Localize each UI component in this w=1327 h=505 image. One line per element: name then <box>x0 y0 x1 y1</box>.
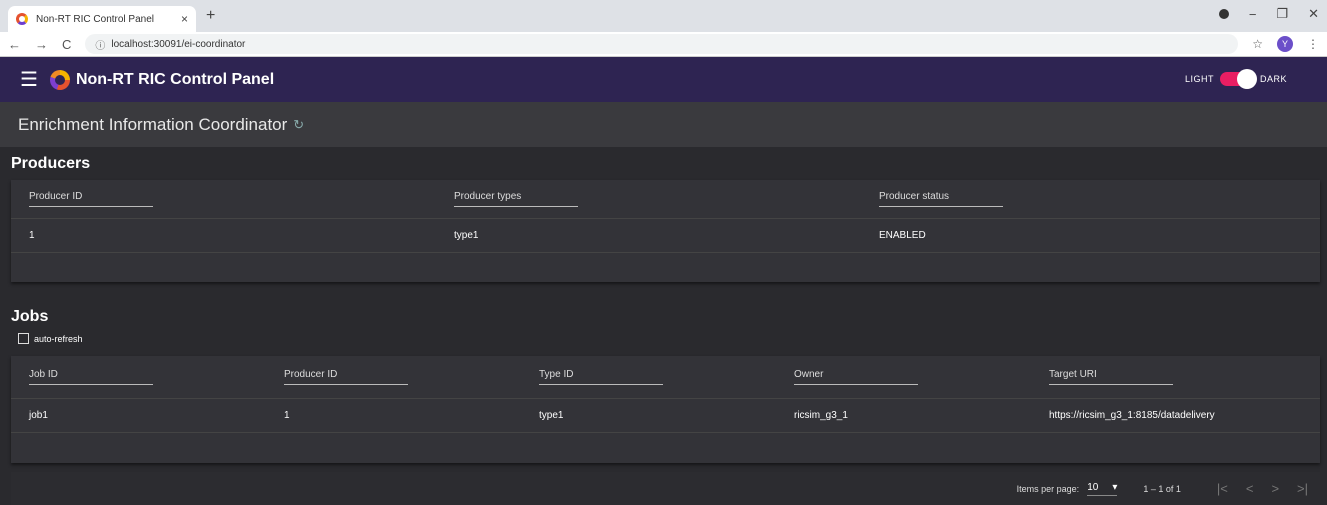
producer-id-cell: 1 <box>29 230 35 241</box>
col-target-uri[interactable]: Target URI <box>1031 369 1320 385</box>
chevron-down-icon: ▾ <box>1112 481 1118 493</box>
tab-title: Non-RT RIC Control Panel <box>36 13 155 25</box>
next-page-button[interactable]: > <box>1271 481 1279 496</box>
producer-types-cell: type1 <box>454 230 479 241</box>
type-id-cell: type1 <box>539 410 564 421</box>
last-page-button[interactable]: >| <box>1297 481 1308 496</box>
hamburger-menu-icon[interactable]: ☰ <box>20 67 38 92</box>
back-button[interactable]: ← <box>8 37 21 52</box>
minimize-button[interactable]: − <box>1249 7 1257 22</box>
tab-close-icon[interactable]: × <box>181 12 188 26</box>
job-id-cell: job1 <box>29 410 48 421</box>
col-producer-id[interactable]: Producer ID <box>11 191 436 207</box>
previous-page-button[interactable]: < <box>1246 481 1254 496</box>
theme-toggle: LIGHT DARK <box>1184 69 1287 89</box>
app-title: Non-RT RIC Control Panel <box>75 70 275 88</box>
items-per-page-select[interactable]: 10 ▾ <box>1087 481 1118 496</box>
table-row[interactable]: 1 type1 ENABLED <box>11 219 1320 253</box>
jobs-heading: Jobs <box>11 308 49 325</box>
url-field[interactable]: ⓘ localhost:30091/ei-coordinator <box>85 34 1239 54</box>
target-uri-cell: https://ricsim_g3_1:8185/datadelivery <box>1049 410 1215 421</box>
forward-button[interactable]: → <box>35 37 48 52</box>
auto-refresh-checkbox[interactable]: auto-refresh <box>18 333 83 344</box>
light-label: LIGHT <box>1184 74 1214 84</box>
new-tab-button[interactable]: + <box>206 6 215 26</box>
browser-tabstrip: Non-RT RIC Control Panel × + − ❐ ✕ <box>0 0 1327 32</box>
items-per-page-value: 10 <box>1087 481 1099 493</box>
items-per-page-label: Items per page: <box>1016 483 1080 494</box>
profile-avatar[interactable]: Y <box>1277 36 1293 52</box>
url-text[interactable]: localhost:30091/ei-coordinator <box>111 39 245 50</box>
restore-button[interactable]: ❐ <box>1276 6 1288 22</box>
col-type-id[interactable]: Type ID <box>521 369 776 385</box>
reload-button[interactable]: C <box>62 37 71 52</box>
browser-menu-icon[interactable]: ⋮ <box>1307 37 1319 51</box>
address-bar: ← → C ⓘ localhost:30091/ei-coordinator ☆… <box>0 32 1327 57</box>
col-producer-types[interactable]: Producer types <box>436 191 861 207</box>
site-info-icon[interactable]: ⓘ <box>95 37 105 52</box>
app-favicon-icon <box>16 13 28 25</box>
job-producer-id-cell: 1 <box>284 410 290 421</box>
auto-refresh-label: auto-refresh <box>34 333 83 344</box>
page-title: Enrichment Information Coordinator <box>18 114 288 134</box>
producer-status-cell: ENABLED <box>879 230 926 241</box>
producers-header-row: Producer ID Producer types Producer stat… <box>11 180 1320 219</box>
app-toolbar: ☰ Non-RT RIC Control Panel LIGHT DARK <box>0 57 1327 102</box>
profile-indicator-icon[interactable] <box>1218 9 1229 19</box>
jobs-header-row: Job ID Producer ID Type ID Owner Target … <box>11 356 1320 399</box>
app-logo-icon <box>49 69 70 90</box>
jobs-table: Job ID Producer ID Type ID Owner Target … <box>11 356 1320 463</box>
close-window-button[interactable]: ✕ <box>1308 6 1319 22</box>
first-page-button[interactable]: |< <box>1217 481 1228 496</box>
table-row[interactable]: job1 1 type1 ricsim_g3_1 https://ricsim_… <box>11 399 1320 433</box>
dark-label: DARK <box>1259 74 1287 84</box>
col-producer-status[interactable]: Producer status <box>861 191 1320 207</box>
col-job-producer-id[interactable]: Producer ID <box>266 369 521 385</box>
producers-table: Producer ID Producer types Producer stat… <box>11 180 1320 282</box>
col-job-id[interactable]: Job ID <box>11 369 266 385</box>
page-range: 1 – 1 of 1 <box>1143 483 1181 494</box>
browser-tab[interactable]: Non-RT RIC Control Panel × <box>8 6 196 32</box>
window-controls: − ❐ ✕ <box>1218 6 1319 22</box>
refresh-icon[interactable]: ↻ <box>293 117 304 133</box>
bookmark-star-icon[interactable]: ☆ <box>1252 37 1263 51</box>
owner-cell: ricsim_g3_1 <box>794 410 848 421</box>
theme-switch[interactable] <box>1219 69 1257 89</box>
page-header: Enrichment Information Coordinator ↻ <box>0 102 1327 147</box>
paginator: Items per page: 10 ▾ 1 – 1 of 1 |< < > >… <box>11 472 1320 505</box>
checkbox-box-icon[interactable] <box>18 333 29 344</box>
producers-heading: Producers <box>11 155 91 172</box>
theme-switch-knob[interactable] <box>1236 69 1257 89</box>
col-owner[interactable]: Owner <box>776 369 1031 385</box>
